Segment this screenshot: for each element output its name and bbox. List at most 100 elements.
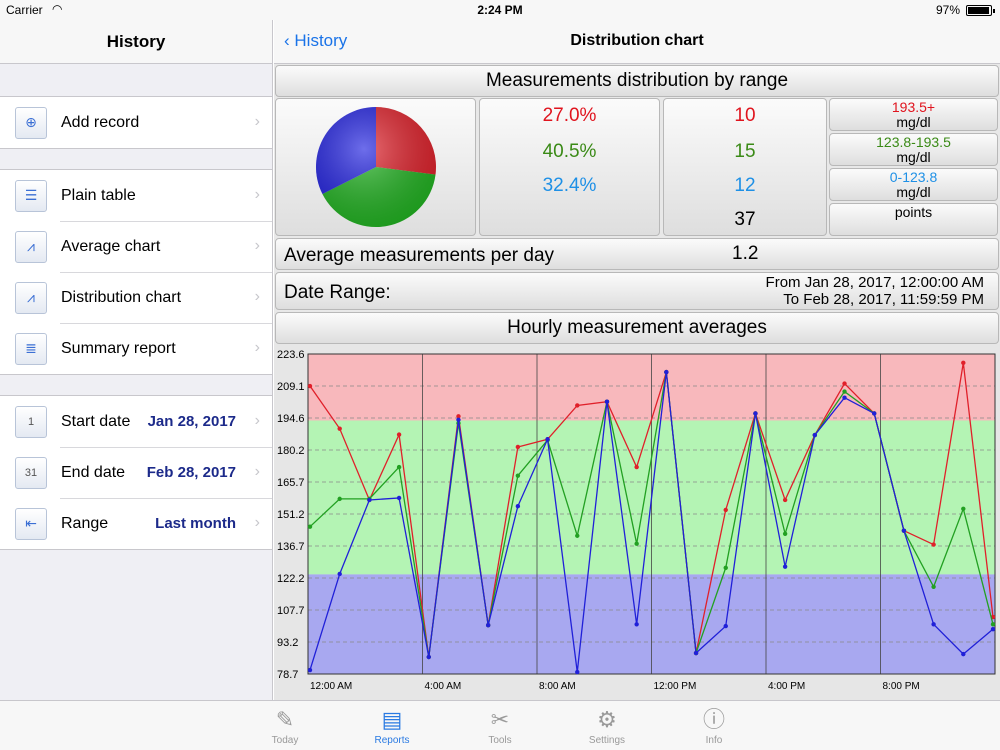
data-point xyxy=(901,528,907,533)
y-tick-label: 209.1 xyxy=(277,381,305,393)
distribution-chart-icon: ⩘ xyxy=(15,281,47,314)
range-high-value: 193.5+ xyxy=(891,99,936,115)
data-point xyxy=(604,399,610,404)
start-date-value: Jan 28, 2017 xyxy=(147,413,236,430)
end-date-row[interactable]: 31 End date Feb 28, 2017 › xyxy=(0,447,272,498)
data-point xyxy=(961,506,966,512)
range-high-cell: 193.5+ mg/dl xyxy=(829,98,998,131)
tab-bar: ✎ Today ▤ Reports ✂ Tools ⚙ Settings ⓘ I… xyxy=(0,700,1000,750)
data-point xyxy=(990,626,996,632)
sidebar-item-label: Summary report xyxy=(61,339,176,357)
count-column: 10 15 12 37 xyxy=(663,98,827,236)
y-tick-label: 107.7 xyxy=(277,605,305,617)
add-group: ⊕ Add record › xyxy=(0,96,272,149)
chevron-right-icon: › xyxy=(254,339,260,356)
percent-high: 27.0% xyxy=(542,105,597,126)
data-point xyxy=(842,381,847,386)
document-icon: ≣ xyxy=(15,332,47,365)
data-point xyxy=(396,464,402,470)
sidebar-item-average-chart[interactable]: ⩘ Average chart › xyxy=(0,221,272,272)
data-point xyxy=(634,464,639,470)
count-normal: 15 xyxy=(734,141,756,162)
line-chart-icon: ⩘ xyxy=(15,230,47,263)
range-value: Last month xyxy=(155,515,236,532)
x-tick-label: 12:00 AM xyxy=(310,681,352,692)
points-cell: points xyxy=(829,203,998,236)
start-date-row[interactable]: 1 Start date Jan 28, 2017 › xyxy=(0,396,272,447)
chart-icon: ▤ xyxy=(381,707,403,732)
range-low-cell: 0-123.8 mg/dl xyxy=(829,168,998,201)
x-tick-label: 8:00 AM xyxy=(539,681,576,692)
tools-icon: ✂ xyxy=(490,707,510,732)
sidebar-item-label: Plain table xyxy=(61,186,136,204)
data-point xyxy=(307,524,313,529)
range-arrows-icon: ⇤ xyxy=(15,507,47,540)
pie-shine xyxy=(316,107,436,227)
tab-tools[interactable]: ✂ Tools xyxy=(460,705,540,746)
y-tick-label: 122.2 xyxy=(277,573,305,585)
end-date-label: End date xyxy=(61,463,126,481)
y-tick-label: 78.7 xyxy=(277,669,298,681)
sidebar-item-label: Distribution chart xyxy=(61,288,182,306)
chevron-right-icon: › xyxy=(254,463,260,480)
points-label: points xyxy=(894,204,933,220)
percent-column: 27.0% 40.5% 32.4% xyxy=(479,98,660,236)
data-point xyxy=(753,411,758,416)
add-record-label: Add record xyxy=(61,113,140,131)
distribution-title: Measurements distribution by range xyxy=(275,65,999,97)
tab-reports[interactable]: ▤ Reports xyxy=(352,705,432,746)
tab-label: Settings xyxy=(588,735,626,746)
tab-label: Today xyxy=(271,735,299,746)
data-point xyxy=(515,503,521,509)
chevron-right-icon: › xyxy=(254,514,260,531)
sidebar: History ⊕ Add record › ☰ Plain table › ⩘… xyxy=(0,20,273,700)
data-point xyxy=(396,432,402,437)
range-normal-cell: 123.8-193.5 mg/dl xyxy=(829,133,998,166)
count-total: 37 xyxy=(734,209,756,230)
sidebar-item-plain-table[interactable]: ☰ Plain table › xyxy=(0,170,272,221)
data-point xyxy=(812,432,818,438)
data-point xyxy=(931,622,936,627)
calendar-icon: 31 xyxy=(15,456,47,489)
tab-settings[interactable]: ⚙ Settings xyxy=(567,705,647,746)
y-tick-label: 223.6 xyxy=(277,349,305,361)
info-icon: ⓘ xyxy=(702,707,725,732)
avg-per-day-row: Average measurements per day 1.2 xyxy=(275,238,999,270)
sidebar-item-summary-report[interactable]: ≣ Summary report › xyxy=(0,323,272,374)
nav-bar: ‹ History Distribution chart xyxy=(274,20,1000,64)
x-tick-label: 8:00 PM xyxy=(883,681,920,692)
tab-today[interactable]: ✎ Today xyxy=(245,705,325,746)
sidebar-item-label: Average chart xyxy=(61,237,161,255)
tab-info[interactable]: ⓘ Info xyxy=(674,705,754,746)
chevron-right-icon: › xyxy=(254,288,260,305)
avg-per-day-label: Average measurements per day xyxy=(284,245,555,266)
data-point xyxy=(515,473,521,478)
data-point xyxy=(396,495,402,501)
range-row[interactable]: ⇤ Range Last month › xyxy=(0,498,272,549)
main-panel: ‹ History Distribution chart Measurement… xyxy=(274,20,1000,700)
data-point xyxy=(634,541,639,546)
y-tick-label: 180.2 xyxy=(277,445,305,457)
data-point xyxy=(664,369,669,375)
data-point xyxy=(426,654,431,660)
data-point xyxy=(575,533,580,538)
table-icon: ☰ xyxy=(15,179,47,212)
data-point xyxy=(367,497,372,503)
x-tick-label: 12:00 PM xyxy=(654,681,697,692)
data-point xyxy=(634,622,639,627)
tab-label: Tools xyxy=(488,735,512,746)
count-low: 12 xyxy=(734,175,756,196)
filters-group: 1 Start date Jan 28, 2017 › 31 End date … xyxy=(0,395,272,550)
data-point xyxy=(961,360,966,366)
distribution-pie-chart xyxy=(316,107,436,227)
sidebar-item-distribution-chart[interactable]: ⩘ Distribution chart › xyxy=(0,272,272,323)
add-record-row[interactable]: ⊕ Add record › xyxy=(0,97,272,148)
range-low-value: 0-123.8 xyxy=(889,169,938,185)
sidebar-title: History xyxy=(0,20,272,64)
data-point xyxy=(723,507,728,513)
x-tick-label: 4:00 PM xyxy=(768,681,805,692)
data-point xyxy=(337,426,342,431)
pill-icon: ✎ xyxy=(275,707,295,732)
y-tick-label: 93.2 xyxy=(277,637,298,649)
gear-icon: ⚙ xyxy=(597,707,617,732)
